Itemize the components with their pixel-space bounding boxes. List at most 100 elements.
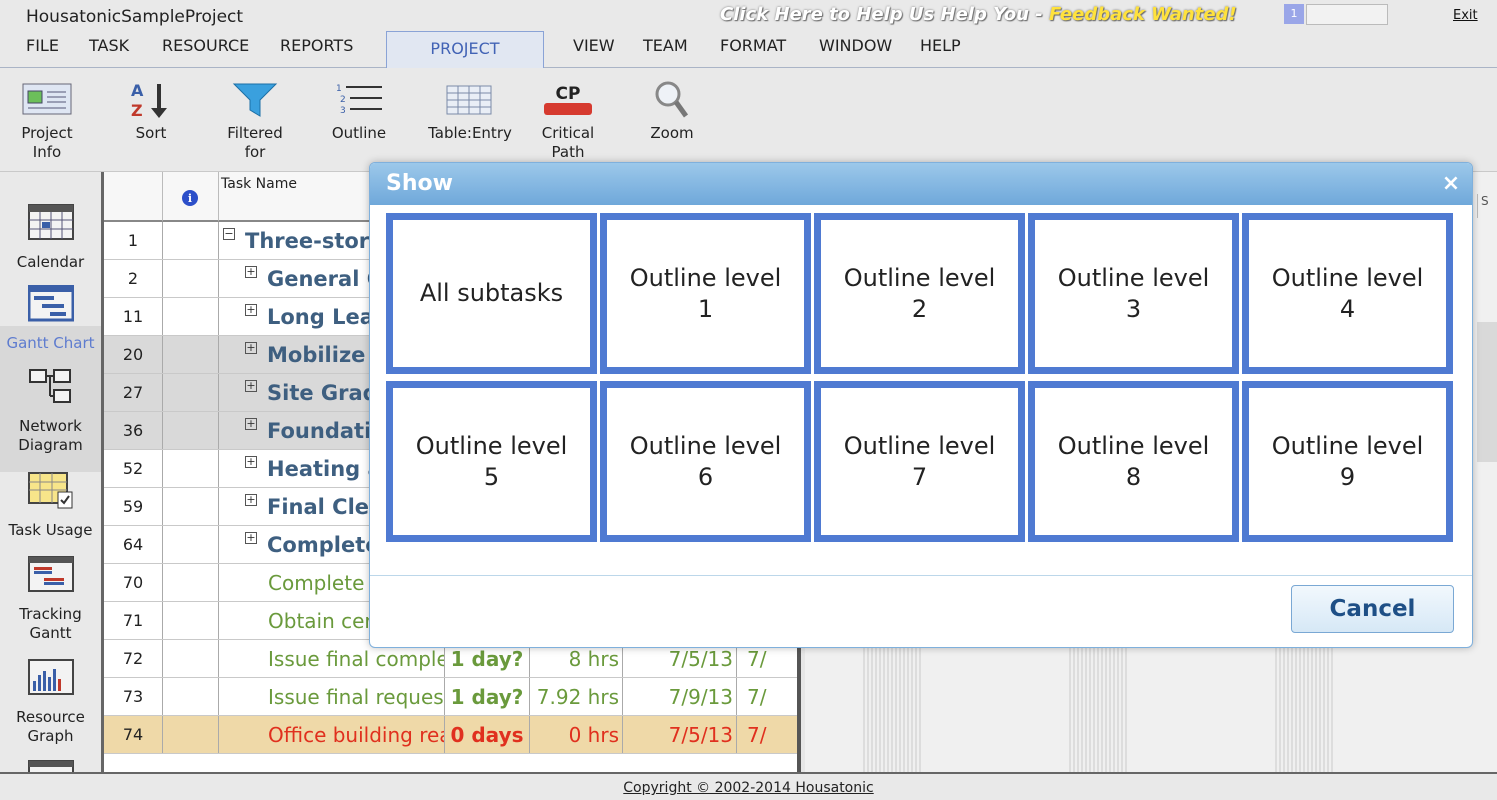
view-resource-graph[interactable]: Resource Graph: [0, 659, 101, 746]
gantt-chart-icon: [27, 284, 74, 322]
view-calendar[interactable]: Calendar: [0, 204, 101, 272]
menu-reports[interactable]: REPORTS: [280, 36, 353, 55]
option-outline-level-9[interactable]: Outline level 9: [1242, 381, 1453, 542]
filter-label-2: for: [244, 143, 266, 161]
option-outline-level-3[interactable]: Outline level 3: [1028, 213, 1239, 374]
gantt-nonwork-band-2: [1069, 646, 1127, 772]
outline-list-icon: 123: [326, 80, 392, 120]
option-label-line: 2: [911, 294, 928, 323]
svg-text:3: 3: [340, 106, 346, 116]
row-task-name[interactable]: Office building ready: [219, 716, 445, 753]
show-dialog: Show × All subtasks Outline level 1 Outline…: [369, 162, 1473, 648]
option-outline-level-4[interactable]: Outline level 4: [1242, 213, 1453, 374]
filter-button[interactable]: Filtered for: [220, 80, 290, 162]
menu-format[interactable]: FORMAT: [720, 36, 786, 55]
option-outline-level-2[interactable]: Outline level 2: [814, 213, 1025, 374]
option-label-line: 1: [697, 294, 714, 323]
critical-path-label-1: Critical: [541, 124, 595, 142]
row-work: 7.92 hrs: [530, 678, 623, 715]
feedback-link[interactable]: Click Here to Help Us Help You - Feedbac…: [720, 4, 1237, 25]
view-tracking-gantt[interactable]: Tracking Gantt: [0, 556, 101, 643]
filter-label-1: Filtered: [227, 124, 283, 142]
option-label-line: 8: [1125, 462, 1142, 491]
row-start: 7/9/13: [623, 678, 737, 715]
row-task-name[interactable]: Issue final request: [219, 678, 445, 715]
task-name-text: Issue final request: [268, 685, 445, 709]
option-label: All subtasks: [420, 278, 563, 309]
tracking-gantt-icon: [27, 556, 74, 592]
menu-window[interactable]: WINDOW: [819, 36, 892, 55]
view-resource-graph-label-1: Resource: [16, 708, 85, 726]
option-label-line: Outline level: [1057, 263, 1210, 292]
counter-field[interactable]: [1306, 4, 1388, 25]
option-outline-level-6[interactable]: Outline level 6: [600, 381, 811, 542]
feedback-prefix: Click Here to Help Us Help You -: [720, 4, 1050, 25]
row-id: 2: [104, 260, 163, 297]
sort-label: Sort: [135, 124, 167, 142]
zoom-label: Zoom: [650, 124, 694, 142]
gantt-header-day: S: [1477, 194, 1497, 218]
option-outline-level-1[interactable]: Outline level 1: [600, 213, 811, 374]
row-indicator: [163, 526, 219, 563]
row-id: 52: [104, 450, 163, 487]
collapse-icon[interactable]: −: [223, 228, 235, 240]
close-icon[interactable]: ×: [1440, 173, 1462, 195]
critical-path-button[interactable]: CP Critical Path: [536, 80, 600, 162]
option-label-line: 3: [1125, 294, 1142, 323]
outline-button[interactable]: 123 Outline: [326, 80, 392, 143]
option-outline-level-5[interactable]: Outline level 5: [386, 381, 597, 542]
project-info-button[interactable]: Project Info: [12, 80, 82, 162]
menu-help[interactable]: HELP: [920, 36, 961, 55]
row-indicator: [163, 678, 219, 715]
exit-link[interactable]: Exit: [1453, 8, 1478, 23]
row-indicator: [163, 488, 219, 525]
project-info-label-1: Project: [21, 124, 73, 142]
row-id: 20: [104, 336, 163, 373]
sort-az-icon: AZ: [122, 80, 180, 120]
view-gantt-chart-label: Gantt Chart: [6, 334, 95, 352]
expand-icon[interactable]: +: [245, 456, 257, 468]
cancel-button[interactable]: Cancel: [1291, 585, 1454, 633]
menu-file[interactable]: FILE: [26, 36, 59, 55]
option-outline-level-7[interactable]: Outline level 7: [814, 381, 1025, 542]
expand-icon[interactable]: +: [245, 532, 257, 544]
option-label-line: 6: [697, 462, 714, 491]
menu-task[interactable]: TASK: [89, 36, 129, 55]
table-row[interactable]: 73 Issue final request 1 day? 7.92 hrs 7/9/1…: [104, 678, 797, 716]
gantt-scrollbar[interactable]: [1477, 322, 1497, 462]
svg-text:Z: Z: [131, 101, 143, 120]
row-id: 72: [104, 640, 163, 677]
view-tracking-gantt-label-1: Tracking: [19, 605, 82, 623]
option-all-subtasks[interactable]: All subtasks: [386, 213, 597, 374]
menu-project[interactable]: PROJECT: [386, 31, 544, 68]
expand-icon[interactable]: +: [245, 342, 257, 354]
row-indicator: [163, 336, 219, 373]
view-gantt-chart[interactable]: Gantt Chart: [0, 284, 101, 353]
option-outline-level-8[interactable]: Outline level 8: [1028, 381, 1239, 542]
expand-icon[interactable]: +: [245, 418, 257, 430]
table-entry-button[interactable]: Table:Entry: [426, 80, 514, 143]
option-label: Outline level 4: [1272, 263, 1424, 325]
critical-path-icon-text: CP: [556, 84, 581, 104]
view-task-usage[interactable]: Task Usage: [0, 472, 101, 540]
expand-icon[interactable]: +: [245, 380, 257, 392]
expand-icon[interactable]: +: [245, 266, 257, 278]
table-row[interactable]: 74 Office building ready0 days0 hrs7/5/13…: [104, 716, 797, 754]
copyright-link[interactable]: Copyright © 2002-2014 Housatonic: [623, 780, 873, 796]
option-label: Outline level 2: [844, 263, 996, 325]
expand-icon[interactable]: +: [245, 494, 257, 506]
sort-button[interactable]: AZ Sort: [122, 80, 180, 143]
row-indicator: [163, 260, 219, 297]
option-label: Outline level 5: [416, 431, 568, 493]
menu-team[interactable]: TEAM: [643, 36, 688, 55]
view-network-diagram[interactable]: Network Diagram: [0, 368, 101, 455]
option-label-line: All subtasks: [419, 279, 564, 307]
option-label: Outline level 8: [1058, 431, 1210, 493]
notification-counter[interactable]: 1: [1284, 4, 1304, 24]
menu-resource[interactable]: RESOURCE: [162, 36, 249, 55]
expand-icon[interactable]: +: [245, 304, 257, 316]
option-label-line: 9: [1339, 462, 1356, 491]
menu-view[interactable]: VIEW: [573, 36, 615, 55]
zoom-button[interactable]: Zoom: [644, 80, 700, 143]
resource-graph-icon: [27, 659, 74, 695]
